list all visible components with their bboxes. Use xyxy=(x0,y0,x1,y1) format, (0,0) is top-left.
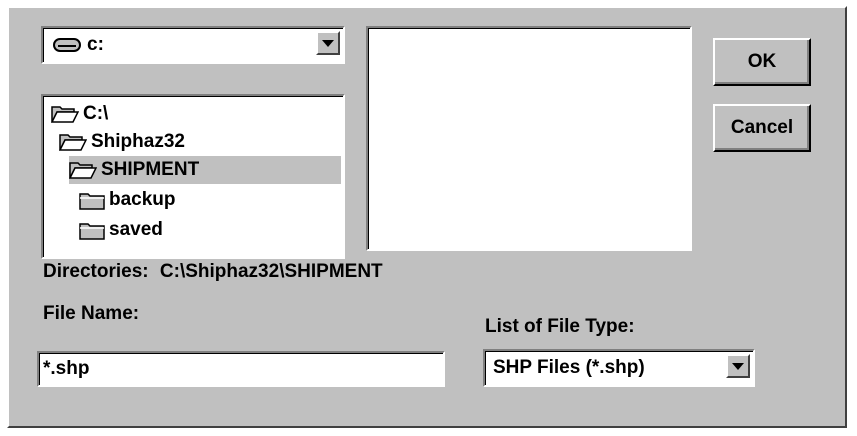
file-name-label: File Name: xyxy=(43,303,140,324)
file-name-value: *.shp xyxy=(43,358,90,379)
file-type-dropdown-button[interactable] xyxy=(726,354,750,378)
drive-value: c: xyxy=(87,34,104,55)
open-folder-icon xyxy=(50,104,80,124)
open-folder-icon xyxy=(68,160,98,180)
open-file-dialog: c: C:\ Shiphaz32 SHIPMENT backup saved O… xyxy=(7,6,847,428)
file-type-select[interactable]: SHP Files (*.shp) xyxy=(483,349,755,387)
drive-select[interactable]: c: xyxy=(41,26,345,64)
drive-dropdown-button[interactable] xyxy=(316,31,340,55)
directories-label: Directories: C:\Shiphaz32\SHIPMENT xyxy=(43,261,383,283)
directory-label: SHIPMENT xyxy=(101,159,200,180)
drive-icon xyxy=(53,37,81,53)
directory-item-saved[interactable]: saved xyxy=(79,216,171,244)
directory-label: saved xyxy=(109,219,163,240)
folder-icon xyxy=(79,190,105,210)
chevron-down-icon xyxy=(322,39,334,47)
directory-label: C:\ xyxy=(83,103,109,124)
directory-item-shipment[interactable]: SHIPMENT xyxy=(68,156,341,184)
directory-item-shiphaz32[interactable]: Shiphaz32 xyxy=(58,128,193,156)
directory-label: Shiphaz32 xyxy=(91,131,185,152)
directory-list[interactable]: C:\ Shiphaz32 SHIPMENT backup saved xyxy=(41,94,345,259)
folder-icon xyxy=(79,220,105,240)
directory-item-root[interactable]: C:\ xyxy=(50,100,116,128)
file-type-value: SHP Files (*.shp) xyxy=(493,357,645,378)
ok-button[interactable]: OK xyxy=(713,38,811,86)
file-name-input[interactable]: *.shp xyxy=(37,351,445,387)
cancel-button[interactable]: Cancel xyxy=(713,104,811,152)
directory-item-backup[interactable]: backup xyxy=(79,186,184,214)
chevron-down-icon xyxy=(732,362,744,370)
directory-label: backup xyxy=(109,189,176,210)
file-list[interactable] xyxy=(366,26,692,251)
open-folder-icon xyxy=(58,132,88,152)
directories-path: C:\Shiphaz32\SHIPMENT xyxy=(159,261,383,282)
directories-caption: Directories: xyxy=(43,261,149,282)
file-type-label: List of File Type: xyxy=(485,316,635,337)
